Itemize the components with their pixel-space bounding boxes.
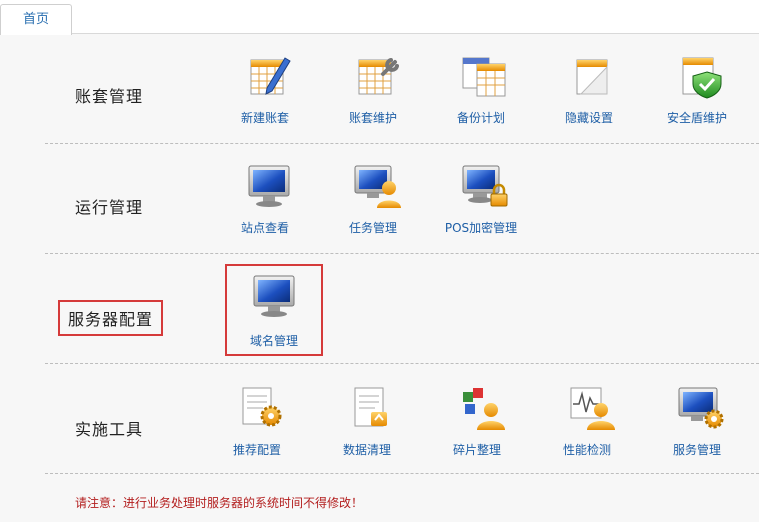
- calendar-pencil-icon: [250, 57, 291, 95]
- hidden-settings-item[interactable]: 隐藏设置: [544, 52, 634, 132]
- section-run-management: 运行管理 站点查看 任务管理 POS加密管理: [45, 144, 759, 254]
- site-view-item[interactable]: 站点查看: [220, 162, 310, 242]
- section-title: 实施工具: [75, 420, 144, 439]
- document-gear-icon: [242, 387, 282, 427]
- hidden-page-icon: [576, 59, 608, 95]
- monitor-user-icon: [354, 165, 401, 208]
- item-label: 性能检测: [562, 443, 611, 457]
- shield-check-icon: [682, 57, 722, 99]
- item-label: 数据清理: [342, 443, 391, 457]
- section-implementation-tools: 实施工具 推荐配置 数据清理 碎片整理 性能检测 服务管理: [45, 364, 759, 474]
- item-label: 安全盾维护: [666, 111, 727, 125]
- new-account-item[interactable]: 新建账套: [220, 52, 310, 132]
- account-maintenance-item[interactable]: 账套维护: [328, 52, 418, 132]
- performance-check-item[interactable]: 性能检测: [542, 384, 632, 464]
- backup-plan-item[interactable]: 备份计划: [436, 52, 526, 132]
- item-label: 碎片整理: [452, 443, 501, 457]
- section-server-config: 服务器配置 域名管理: [45, 254, 759, 364]
- monitor-lock-icon: [462, 165, 508, 207]
- defragment-item[interactable]: 碎片整理: [432, 384, 522, 464]
- item-label: POS加密管理: [444, 221, 518, 235]
- item-label: 新建账套: [240, 111, 289, 125]
- item-label: 隐藏设置: [564, 111, 613, 125]
- item-label: 站点查看: [240, 221, 289, 235]
- task-management-item[interactable]: 任务管理: [328, 162, 418, 242]
- blocks-user-icon: [463, 388, 505, 430]
- recommend-config-item[interactable]: 推荐配置: [212, 384, 302, 464]
- section-title: 运行管理: [75, 198, 144, 217]
- item-label: 推荐配置: [232, 443, 281, 457]
- monitor-gear-icon: [678, 387, 724, 429]
- calendars-icon: [462, 57, 506, 97]
- pulse-user-icon: [570, 387, 615, 430]
- service-management-item[interactable]: 服务管理: [652, 384, 742, 464]
- shield-maintenance-item[interactable]: 安全盾维护: [652, 52, 742, 132]
- pos-encryption-item[interactable]: POS加密管理: [436, 162, 526, 242]
- monitor-icon: [253, 275, 295, 317]
- section-title: 服务器配置: [58, 300, 164, 336]
- item-label: 任务管理: [348, 221, 397, 235]
- domain-management-item[interactable]: 域名管理: [225, 264, 323, 356]
- section-title: 账套管理: [75, 87, 144, 106]
- calendar-wrench-icon: [358, 58, 399, 95]
- item-label: 域名管理: [249, 334, 298, 348]
- tab-home[interactable]: 首页: [0, 4, 72, 35]
- item-label: 服务管理: [672, 443, 721, 457]
- data-cleanup-item[interactable]: 数据清理: [322, 384, 412, 464]
- section-account-management: 账套管理 新建账套 账套维护 备份计划 隐藏设置 安全盾维护: [45, 34, 759, 144]
- monitor-icon: [248, 165, 290, 207]
- item-label: 账套维护: [348, 111, 397, 125]
- notice-text: 请注意：进行业务处理时服务器的系统时间不得修改！: [75, 496, 364, 510]
- item-label: 备份计划: [456, 111, 505, 125]
- tab-bar: 首页: [0, 0, 759, 35]
- document-arrows-icon: [354, 387, 387, 427]
